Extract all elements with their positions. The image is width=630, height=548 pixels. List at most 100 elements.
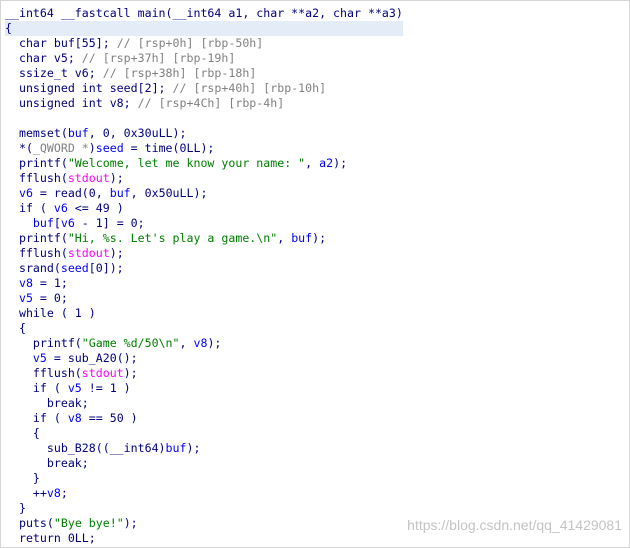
global-symbol[interactable]: stdout <box>82 366 124 380</box>
code-line[interactable]: printf("Welcome, let me know your name: … <box>5 156 403 171</box>
code-line[interactable]: { <box>5 426 403 441</box>
code-text: if ( <box>5 411 68 425</box>
code-line[interactable]: fflush(stdout); <box>5 246 403 261</box>
code-line[interactable]: printf("Hi, %s. Let's play a game.\n", b… <box>5 231 403 246</box>
code-text: __int64 __fastcall main(__int64 a1, char… <box>5 6 403 20</box>
code-text: } <box>5 501 26 515</box>
variable-token[interactable]: v5 <box>19 291 33 305</box>
code-line[interactable]: break; <box>5 396 403 411</box>
code-text: <= 49 ) <box>67 201 124 215</box>
code-line[interactable]: if ( v5 != 1 ) <box>5 381 403 396</box>
code-line[interactable]: fflush(stdout); <box>5 171 403 186</box>
global-symbol[interactable]: stdout <box>68 246 110 260</box>
code-text: return 0LL; <box>5 531 96 545</box>
code-line[interactable]: puts("Bye bye!"); <box>5 516 403 531</box>
code-line[interactable]: srand(seed[0]); <box>5 261 403 276</box>
variable-token[interactable]: buf <box>33 216 54 230</box>
code-line[interactable]: printf("Game %d/50\n", v8); <box>5 336 403 351</box>
code-line[interactable]: sub_B28((__int64)buf); <box>5 441 403 456</box>
code-text: , <box>277 231 292 245</box>
code-line[interactable]: } <box>5 471 403 486</box>
variable-token[interactable]: v8 <box>19 276 33 290</box>
variable-token[interactable]: a2 <box>319 156 333 170</box>
variable-token[interactable]: buf <box>110 186 131 200</box>
code-line[interactable]: v8 = 1; <box>5 276 403 291</box>
code-line[interactable]: return 0LL; <box>5 531 403 546</box>
code-line[interactable]: *(_QWORD *)seed = time(0LL); <box>5 141 403 156</box>
code-text: break; <box>5 396 89 410</box>
code-line[interactable]: unsigned int seed[2]; // [rsp+40h] [rbp-… <box>5 81 403 96</box>
variable-token[interactable]: v6 <box>61 216 75 230</box>
code-text: ); <box>123 366 138 380</box>
code-line[interactable]: v5 = sub_A20(); <box>5 351 403 366</box>
code-text: , <box>305 156 320 170</box>
code-text: ++ <box>5 486 47 500</box>
code-text: ssize_t v6; <box>5 66 103 80</box>
code-text: , 0x50uLL); <box>130 186 208 200</box>
variable-token[interactable]: v8 <box>193 336 207 350</box>
string-literal: "Hi, %s. Let's play a game.\n" <box>67 231 278 245</box>
code-line[interactable]: ++v8; <box>5 486 403 501</box>
code-text: ); <box>123 516 138 530</box>
variable-token[interactable]: v8 <box>47 486 61 500</box>
code-line[interactable]: while ( 1 ) <box>5 306 403 321</box>
code-line[interactable]: if ( v6 <= 49 ) <box>5 201 403 216</box>
code-line[interactable]: fflush(stdout); <box>5 366 403 381</box>
code-text: = sub_A20(); <box>46 351 138 365</box>
variable-token[interactable]: v8 <box>68 411 82 425</box>
code-text: sub_B28((__int64) <box>5 441 166 455</box>
code-text: - 1] = 0; <box>74 216 145 230</box>
code-line[interactable]: memset(buf, 0, 0x30uLL); <box>5 126 403 141</box>
code-line[interactable]: unsigned int v8; // [rsp+4Ch] [rbp-4h] <box>5 96 403 111</box>
code-text: ); <box>186 441 201 455</box>
code-line[interactable]: char buf[55]; // [rsp+0h] [rbp-50h] <box>5 36 403 51</box>
code-line[interactable]: ssize_t v6; // [rsp+38h] [rbp-18h] <box>5 66 403 81</box>
code-text: ) <box>88 141 96 155</box>
code-text: { <box>5 426 40 440</box>
code-text: printf( <box>5 231 68 245</box>
code-line[interactable]: { <box>5 321 403 336</box>
variable-token[interactable]: v6 <box>54 201 68 215</box>
comment-token: _QWORD * <box>32 141 89 155</box>
global-symbol[interactable]: stdout <box>68 171 110 185</box>
code-line[interactable]: char v5; // [rsp+37h] [rbp-19h] <box>5 51 403 66</box>
comment-token: // [rsp+38h] [rbp-18h] <box>102 66 257 80</box>
code-line[interactable]: buf[v6 - 1] = 0; <box>5 216 403 231</box>
variable-token[interactable]: v5 <box>33 351 47 365</box>
code-text: srand( <box>5 261 61 275</box>
code-line[interactable]: } <box>5 501 403 516</box>
code-text: while ( 1 ) <box>5 306 96 320</box>
code-line[interactable]: v6 = read(0, buf, 0x50uLL); <box>5 186 403 201</box>
code-text: == 50 ) <box>81 411 138 425</box>
code-text: ); <box>109 171 124 185</box>
code-text: [ <box>53 216 61 230</box>
comment-token: // [rsp+4Ch] [rbp-4h] <box>137 96 285 110</box>
variable-token[interactable]: buf <box>68 126 89 140</box>
variable-token[interactable]: v5 <box>68 381 82 395</box>
code-text: if ( <box>5 201 54 215</box>
variable-token[interactable]: v6 <box>19 186 33 200</box>
code-text: ; <box>60 486 68 500</box>
code-text: fflush( <box>5 246 68 260</box>
variable-token[interactable]: seed <box>61 261 89 275</box>
code-text: unsigned int seed[2]; <box>5 81 173 95</box>
variable-token[interactable]: buf <box>291 231 312 245</box>
code-line[interactable]: { <box>5 21 403 36</box>
code-line[interactable]: break; <box>5 456 403 471</box>
code-line[interactable]: __int64 __fastcall main(__int64 a1, char… <box>5 6 403 21</box>
comment-token: // [rsp+37h] [rbp-19h] <box>81 51 236 65</box>
code-line[interactable]: v5 = 0; <box>5 291 403 306</box>
code-text: [0]); <box>88 261 124 275</box>
code-text: memset( <box>5 126 68 140</box>
pseudocode-view[interactable]: __int64 __fastcall main(__int64 a1, char… <box>0 0 630 548</box>
code-text: = 0; <box>32 291 68 305</box>
variable-token[interactable]: buf <box>166 441 187 455</box>
variable-token[interactable]: seed <box>96 141 124 155</box>
code-text: != 1 ) <box>81 381 131 395</box>
code-line[interactable]: if ( v8 == 50 ) <box>5 411 403 426</box>
code-line[interactable] <box>5 111 403 126</box>
code-listing[interactable]: __int64 __fastcall main(__int64 a1, char… <box>5 6 403 546</box>
code-text: fflush( <box>5 171 68 185</box>
